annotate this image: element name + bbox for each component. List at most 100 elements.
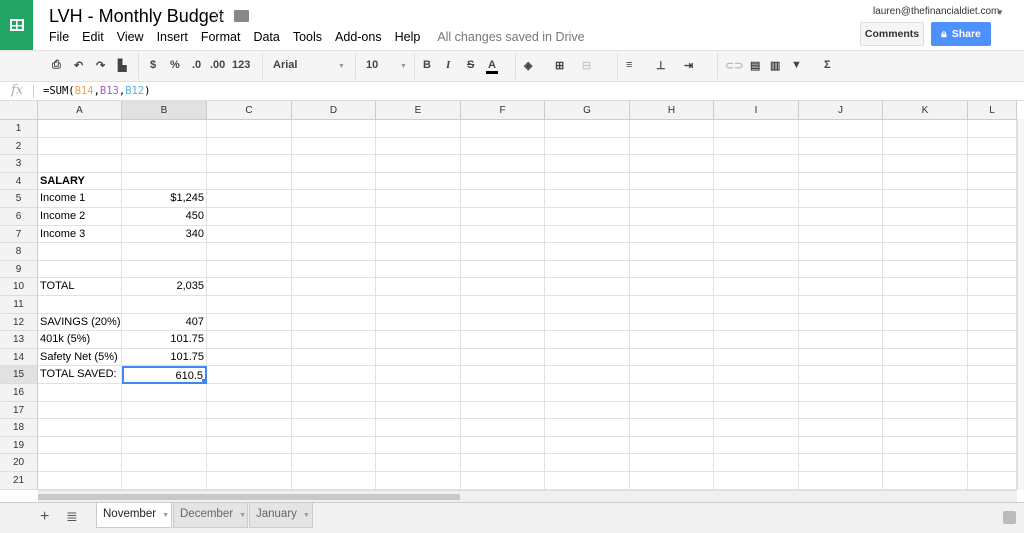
text-wrap-icon[interactable]: ⇥ <box>684 59 693 72</box>
cell-D1[interactable] <box>292 120 376 138</box>
row-header-2[interactable]: 2 <box>0 137 38 156</box>
cell-I15[interactable] <box>714 366 799 384</box>
cell-B14[interactable]: 101.75 <box>122 348 207 367</box>
cell-G20[interactable] <box>545 454 630 472</box>
cell-B2[interactable] <box>122 137 207 156</box>
bold-button[interactable]: B <box>423 59 431 71</box>
cell-H12[interactable] <box>630 313 714 332</box>
cell-B18[interactable] <box>122 419 207 437</box>
cell-J15[interactable] <box>799 366 883 384</box>
cell-D6[interactable] <box>292 208 376 226</box>
row-header-1[interactable]: 1 <box>0 120 38 138</box>
cell-J10[interactable] <box>799 278 883 296</box>
cell-I18[interactable] <box>714 419 799 437</box>
menu-help[interactable]: Help <box>395 30 421 44</box>
cell-F17[interactable] <box>461 401 545 420</box>
cell-C2[interactable] <box>207 137 292 156</box>
cell-J21[interactable] <box>799 472 883 490</box>
more-formats-button[interactable]: 123 <box>232 59 250 71</box>
italic-button[interactable]: I <box>446 59 450 71</box>
cell-B4[interactable] <box>122 172 207 191</box>
cell-J6[interactable] <box>799 208 883 226</box>
cell-J13[interactable] <box>799 331 883 349</box>
increase-decimal-button[interactable]: .00 <box>210 59 225 71</box>
column-header-A[interactable]: A <box>38 101 122 120</box>
column-header-D[interactable]: D <box>292 101 376 120</box>
cell-L16[interactable] <box>968 384 1017 402</box>
cell-J2[interactable] <box>799 137 883 156</box>
sheet-tab-january[interactable]: January ▼ <box>249 503 313 528</box>
cell-K20[interactable] <box>883 454 968 472</box>
cell-L3[interactable] <box>968 155 1017 173</box>
cell-C6[interactable] <box>207 208 292 226</box>
cell-I14[interactable] <box>714 348 799 367</box>
cell-A16[interactable] <box>38 384 122 402</box>
folder-icon[interactable] <box>234 10 249 22</box>
cell-L4[interactable] <box>968 172 1017 191</box>
document-title[interactable]: LVH - Monthly Budget <box>49 6 224 27</box>
text-color-button[interactable]: A <box>486 59 498 74</box>
menu-edit[interactable]: Edit <box>82 30 104 44</box>
star-icon[interactable]: ☆ <box>211 6 226 26</box>
cell-I19[interactable] <box>714 436 799 455</box>
cell-A15[interactable]: TOTAL SAVED: <box>38 366 122 384</box>
explore-icon[interactable] <box>1003 511 1016 524</box>
cell-E6[interactable] <box>376 208 461 226</box>
cell-L13[interactable] <box>968 331 1017 349</box>
cell-L8[interactable] <box>968 243 1017 261</box>
cell-J7[interactable] <box>799 225 883 244</box>
fill-color-icon[interactable]: ◈ <box>524 59 532 72</box>
cell-F5[interactable] <box>461 190 545 208</box>
share-button[interactable]: 🔒︎ Share <box>931 22 991 46</box>
cell-H4[interactable] <box>630 172 714 191</box>
row-header-13[interactable]: 13 <box>0 331 38 349</box>
cell-C18[interactable] <box>207 419 292 437</box>
cell-F11[interactable] <box>461 296 545 314</box>
sheets-logo[interactable] <box>0 0 33 50</box>
row-header-20[interactable]: 20 <box>0 454 38 472</box>
cell-F6[interactable] <box>461 208 545 226</box>
cell-K4[interactable] <box>883 172 968 191</box>
row-header-21[interactable]: 21 <box>0 472 38 490</box>
cell-L6[interactable] <box>968 208 1017 226</box>
cell-J16[interactable] <box>799 384 883 402</box>
cell-E3[interactable] <box>376 155 461 173</box>
cell-F16[interactable] <box>461 384 545 402</box>
cell-F10[interactable] <box>461 278 545 296</box>
cell-F13[interactable] <box>461 331 545 349</box>
menu-data[interactable]: Data <box>253 30 279 44</box>
formula-input[interactable]: =SUM(B14,B13,B12) <box>43 85 151 97</box>
cell-D3[interactable] <box>292 155 376 173</box>
cell-K13[interactable] <box>883 331 968 349</box>
cell-E20[interactable] <box>376 454 461 472</box>
cell-K1[interactable] <box>883 120 968 138</box>
cell-F18[interactable] <box>461 419 545 437</box>
cell-B10[interactable]: 2,035 <box>122 278 207 296</box>
cell-D5[interactable] <box>292 190 376 208</box>
cell-K3[interactable] <box>883 155 968 173</box>
cell-H17[interactable] <box>630 401 714 420</box>
cell-L2[interactable] <box>968 137 1017 156</box>
cell-A5[interactable]: Income 1 <box>38 190 122 208</box>
cell-K2[interactable] <box>883 137 968 156</box>
cell-A2[interactable] <box>38 137 122 156</box>
cell-E15[interactable] <box>376 366 461 384</box>
cell-K7[interactable] <box>883 225 968 244</box>
cell-G16[interactable] <box>545 384 630 402</box>
cell-C4[interactable] <box>207 172 292 191</box>
cell-A19[interactable] <box>38 436 122 455</box>
cell-L11[interactable] <box>968 296 1017 314</box>
cell-H7[interactable] <box>630 225 714 244</box>
cell-B1[interactable] <box>122 120 207 138</box>
cell-H20[interactable] <box>630 454 714 472</box>
cell-D4[interactable] <box>292 172 376 191</box>
cell-B5[interactable]: $1,245 <box>122 190 207 208</box>
cell-L19[interactable] <box>968 436 1017 455</box>
cell-G21[interactable] <box>545 472 630 490</box>
chart-icon[interactable]: ▥ <box>770 59 780 72</box>
cell-C11[interactable] <box>207 296 292 314</box>
column-header-C[interactable]: C <box>207 101 292 120</box>
cell-H1[interactable] <box>630 120 714 138</box>
cell-F19[interactable] <box>461 436 545 455</box>
cell-A18[interactable] <box>38 419 122 437</box>
